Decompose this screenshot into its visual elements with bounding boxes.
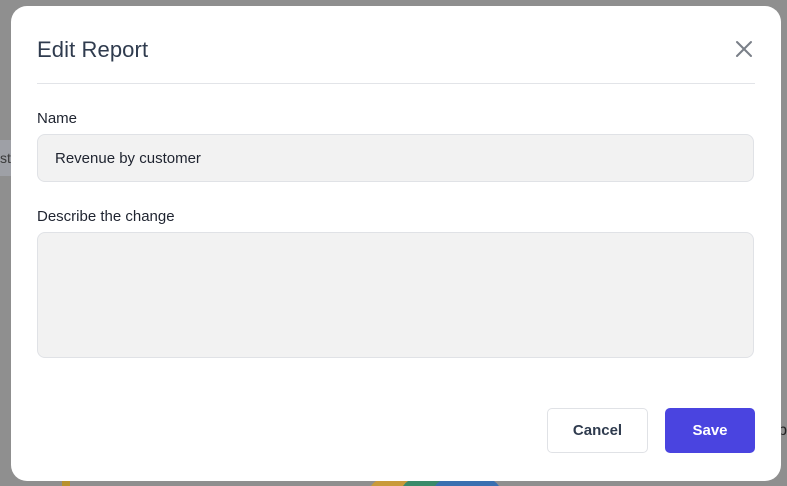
save-button[interactable]: Save: [665, 408, 755, 453]
dialog-header: Edit Report: [37, 6, 755, 84]
close-icon: [736, 41, 752, 57]
name-input[interactable]: [37, 134, 754, 182]
close-button[interactable]: [733, 38, 755, 60]
description-textarea[interactable]: [37, 232, 754, 358]
description-label: Describe the change: [37, 208, 175, 225]
edit-report-dialog: Edit Report Name Describe the change Can…: [11, 6, 781, 481]
name-label: Name: [37, 110, 78, 127]
dialog-title: Edit Report: [37, 37, 149, 62]
cancel-button[interactable]: Cancel: [547, 408, 648, 453]
